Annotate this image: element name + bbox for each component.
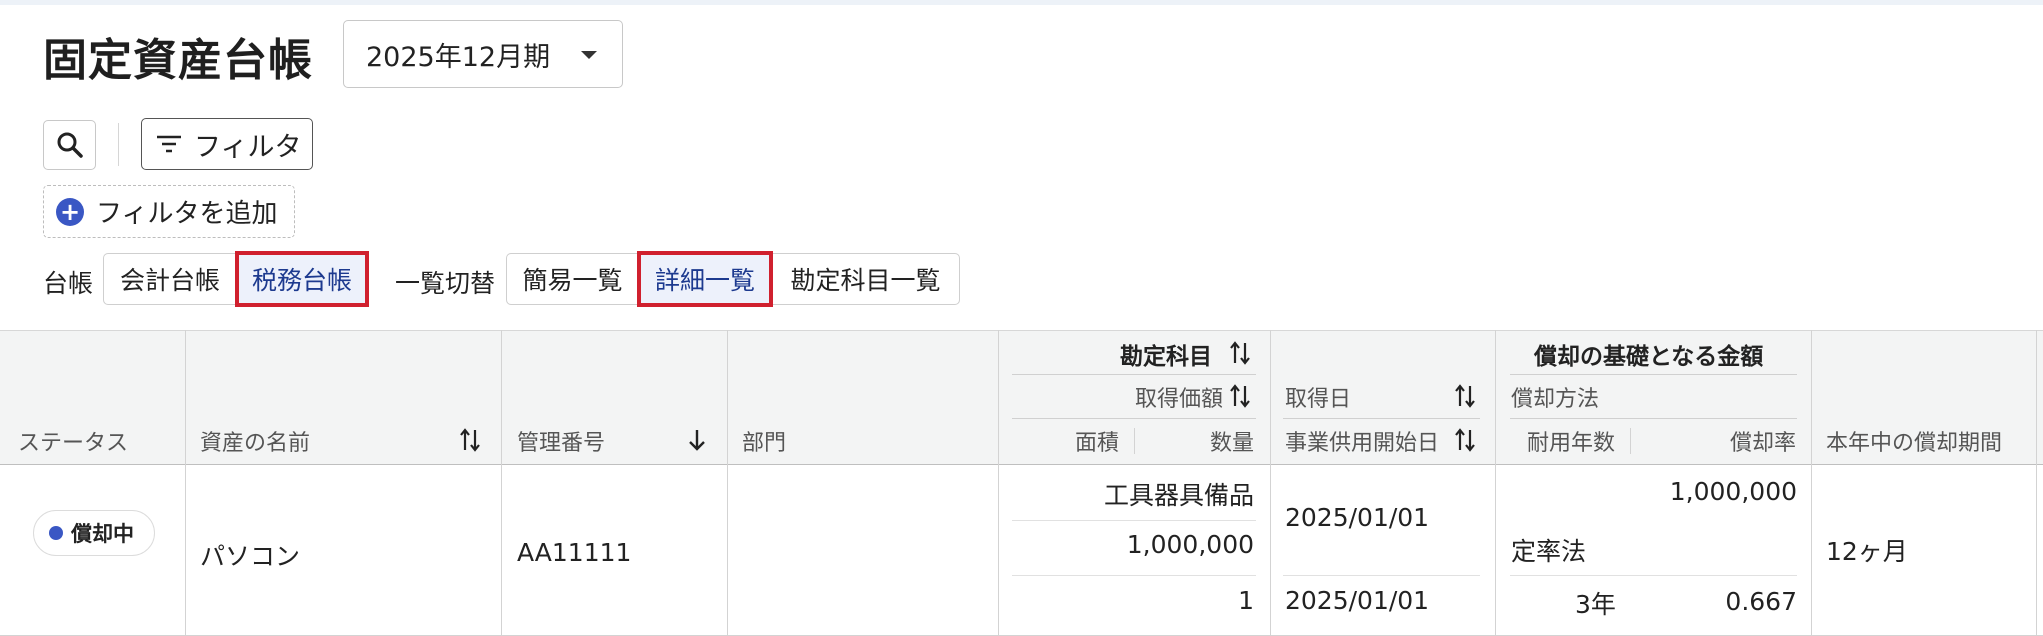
ledger-toggle: 会計台帳 税務台帳 xyxy=(103,251,369,307)
sort-both-icon[interactable] xyxy=(1230,341,1250,365)
cell-depreciation-rate: 0.667 xyxy=(1725,587,1797,616)
view-toggle: 簡易一覧 詳細一覧 勘定科目一覧 xyxy=(506,251,960,307)
header-depreciation-rate: 償却率 xyxy=(1730,431,1797,456)
view-option-simple[interactable]: 簡易一覧 xyxy=(507,254,638,304)
column-divider xyxy=(1811,330,1812,636)
sort-both-icon[interactable] xyxy=(1455,428,1475,452)
filter-button[interactable]: フィルタ xyxy=(141,118,313,170)
status-badge-label: 償却中 xyxy=(71,522,134,546)
header-depreciation-base: 償却の基礎となる金額 xyxy=(1534,344,1764,370)
column-divider xyxy=(2036,330,2037,636)
header-depreciation-method: 償却方法 xyxy=(1511,387,1600,412)
header-management-no: 管理番号 xyxy=(517,431,606,456)
period-select-value: 2025年12月期 xyxy=(366,41,551,73)
header-account: 勘定科目 xyxy=(1120,344,1212,370)
status-badge: 償却中 xyxy=(33,510,155,556)
header-subdivider xyxy=(1134,428,1135,454)
toolbar-divider xyxy=(118,123,119,166)
header-divider xyxy=(1510,374,1797,375)
header-divider xyxy=(1510,418,1797,419)
cell-service-start-date: 2025/01/01 xyxy=(1285,586,1430,615)
cell-quantity: 1 xyxy=(1238,586,1254,615)
header-subdivider xyxy=(1630,428,1631,454)
search-icon xyxy=(57,132,83,158)
cell-acquisition-price: 1,000,000 xyxy=(1126,530,1254,559)
top-strip xyxy=(0,0,2043,5)
cell-depreciation-base: 1,000,000 xyxy=(1669,477,1797,506)
cell-management-no: AA11111 xyxy=(517,538,632,567)
cell-depreciation-method: 定率法 xyxy=(1511,537,1587,566)
period-select[interactable]: 2025年12月期 xyxy=(343,20,623,88)
header-asset-name: 資産の名前 xyxy=(200,431,311,456)
header-divider xyxy=(1012,418,1256,419)
cell-divider xyxy=(1283,575,1480,576)
ledger-label: 台帳 xyxy=(43,269,94,298)
sort-desc-icon[interactable] xyxy=(687,428,707,452)
view-option-detail[interactable]: 詳細一覧 xyxy=(637,251,773,307)
table-header: ステータス 資産の名前 管理番号 部門 勘定科目 取得価額 面積 数量 取得日 … xyxy=(0,330,2043,465)
plus-circle-icon: + xyxy=(56,197,84,226)
header-department: 部門 xyxy=(742,431,787,456)
page-title: 固定資産台帳 xyxy=(43,35,313,86)
view-switch-label: 一覧切替 xyxy=(395,269,496,298)
column-divider xyxy=(185,330,186,636)
sort-both-icon[interactable] xyxy=(1455,384,1475,408)
cell-divider xyxy=(1510,575,1797,576)
column-divider xyxy=(998,330,999,636)
table-row[interactable]: パソコン AA11111 工具器具備品 1,000,000 1 2025/01/… xyxy=(0,465,2043,636)
ledger-option-accounting[interactable]: 会計台帳 xyxy=(104,254,236,304)
sort-both-icon[interactable] xyxy=(460,428,480,452)
column-divider xyxy=(501,330,502,636)
search-button[interactable] xyxy=(43,120,96,170)
column-divider xyxy=(1270,330,1271,636)
filter-button-label: フィルタ xyxy=(194,131,302,163)
header-acquisition-price: 取得価額 xyxy=(1135,387,1224,412)
add-filter-label: フィルタを追加 xyxy=(96,199,278,229)
sort-both-icon[interactable] xyxy=(1230,384,1250,408)
cell-acquisition-date: 2025/01/01 xyxy=(1285,503,1430,532)
status-dot-icon xyxy=(49,526,63,540)
cell-divider xyxy=(1012,520,1256,521)
cell-divider xyxy=(1012,575,1256,576)
add-filter-button[interactable]: + フィルタを追加 xyxy=(43,185,295,238)
header-quantity: 数量 xyxy=(1210,431,1255,456)
header-divider xyxy=(1283,418,1480,419)
header-status: ステータス xyxy=(18,431,129,456)
header-useful-life: 耐用年数 xyxy=(1527,431,1616,456)
view-option-account[interactable]: 勘定科目一覧 xyxy=(772,254,959,304)
header-service-start-date: 事業供用開始日 xyxy=(1285,431,1440,456)
header-divider xyxy=(1012,374,1256,375)
cell-useful-life: 3年 xyxy=(1575,590,1616,619)
cell-account: 工具器具備品 xyxy=(1103,481,1254,510)
filter-icon xyxy=(157,135,181,153)
asset-table: ステータス 資産の名前 管理番号 部門 勘定科目 取得価額 面積 数量 取得日 … xyxy=(0,330,2043,636)
header-period-in-year: 本年中の償却期間 xyxy=(1826,431,2003,456)
ledger-option-tax[interactable]: 税務台帳 xyxy=(235,251,369,307)
caret-down-icon xyxy=(581,51,597,59)
header-area: 面積 xyxy=(1075,431,1120,456)
column-divider xyxy=(727,330,728,636)
header-acquisition-date: 取得日 xyxy=(1285,387,1352,412)
cell-asset-name: パソコン xyxy=(200,542,301,571)
cell-period-in-year: 12ヶ月 xyxy=(1826,537,1908,566)
column-divider xyxy=(1495,330,1496,636)
